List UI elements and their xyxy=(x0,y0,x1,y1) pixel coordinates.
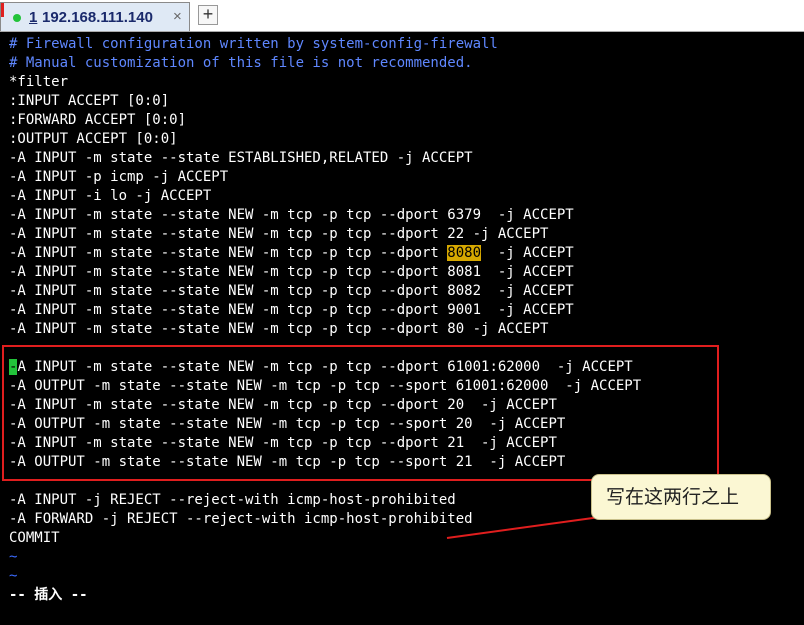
annotation-callout: 写在这两行之上 xyxy=(591,474,771,520)
annotation-arrow xyxy=(446,508,634,539)
